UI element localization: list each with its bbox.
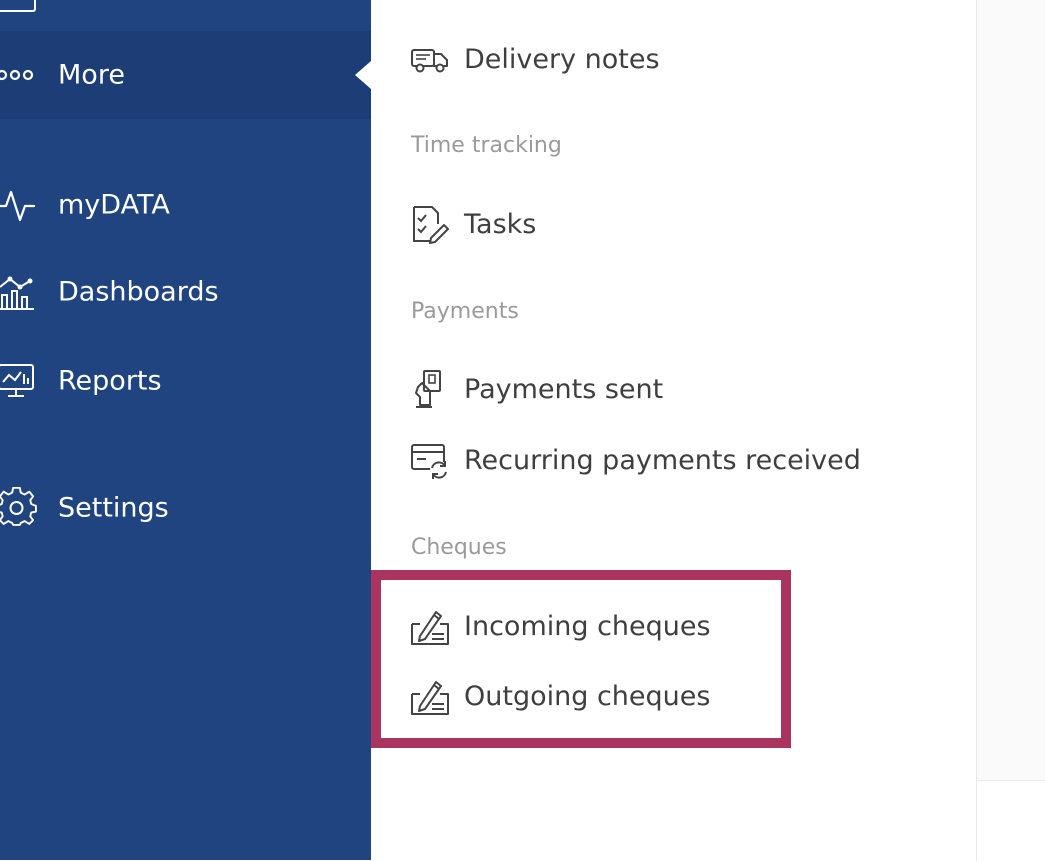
chart-icon: [0, 276, 34, 310]
sidebar-item-label: Settings: [58, 492, 169, 524]
active-indicator: [355, 61, 371, 89]
monitor-chart-icon: [0, 364, 34, 397]
sidebar-item-settings[interactable]: Settings: [0, 464, 371, 552]
menu-item-label: Payments sent: [464, 373, 664, 405]
sidebar-item-label: Reports: [58, 365, 162, 397]
cheque-pen-icon: [411, 681, 449, 715]
sidebar: More myDATA Dashboards Reports Settings: [0, 0, 371, 860]
sidebar-item-label: myDATA: [58, 189, 170, 221]
more-dots-icon: [0, 69, 34, 81]
sidebar-item-more[interactable]: More: [0, 31, 371, 119]
truck-icon: [411, 49, 448, 73]
sidebar-item-label: Dashboards: [58, 276, 219, 308]
menu-item-label: Incoming cheques: [464, 610, 711, 642]
menu-item-label: Recurring payments received: [464, 444, 861, 476]
sidebar-item-dashboards[interactable]: Dashboards: [0, 248, 371, 336]
sidebar-item-label: More: [58, 59, 125, 91]
menu-item-label: Outgoing cheques: [464, 680, 711, 712]
section-header-cheques: Cheques: [411, 535, 507, 560]
menu-item-payments-sent[interactable]: Payments sent: [410, 364, 663, 414]
recurring-card-icon: [411, 444, 448, 479]
more-menu-panel: [371, 0, 976, 860]
menu-item-incoming-cheques[interactable]: Incoming cheques: [410, 601, 711, 651]
keyboard-icon[interactable]: [0, 0, 36, 12]
section-header-time-tracking: Time tracking: [411, 133, 562, 158]
section-header-payments: Payments: [411, 299, 519, 324]
menu-item-label: Delivery notes: [464, 43, 660, 75]
payment-hand-icon: [415, 370, 441, 408]
menu-item-tasks[interactable]: Tasks: [410, 199, 536, 249]
menu-item-recurring-payments-received[interactable]: Recurring payments received: [410, 435, 861, 485]
menu-item-outgoing-cheques[interactable]: Outgoing cheques: [410, 671, 710, 721]
sidebar-item-mydata[interactable]: myDATA: [0, 161, 371, 249]
content-area: [976, 0, 1045, 780]
cheque-pen-icon: [411, 611, 449, 645]
menu-item-delivery-notes[interactable]: Delivery notes: [410, 34, 660, 84]
sidebar-item-reports[interactable]: Reports: [0, 337, 371, 425]
pulse-icon: [0, 190, 36, 222]
content-area-footer: [976, 780, 1045, 861]
menu-item-label: Tasks: [464, 208, 537, 240]
task-checklist-icon: [413, 206, 449, 244]
gear-icon: [0, 487, 37, 526]
